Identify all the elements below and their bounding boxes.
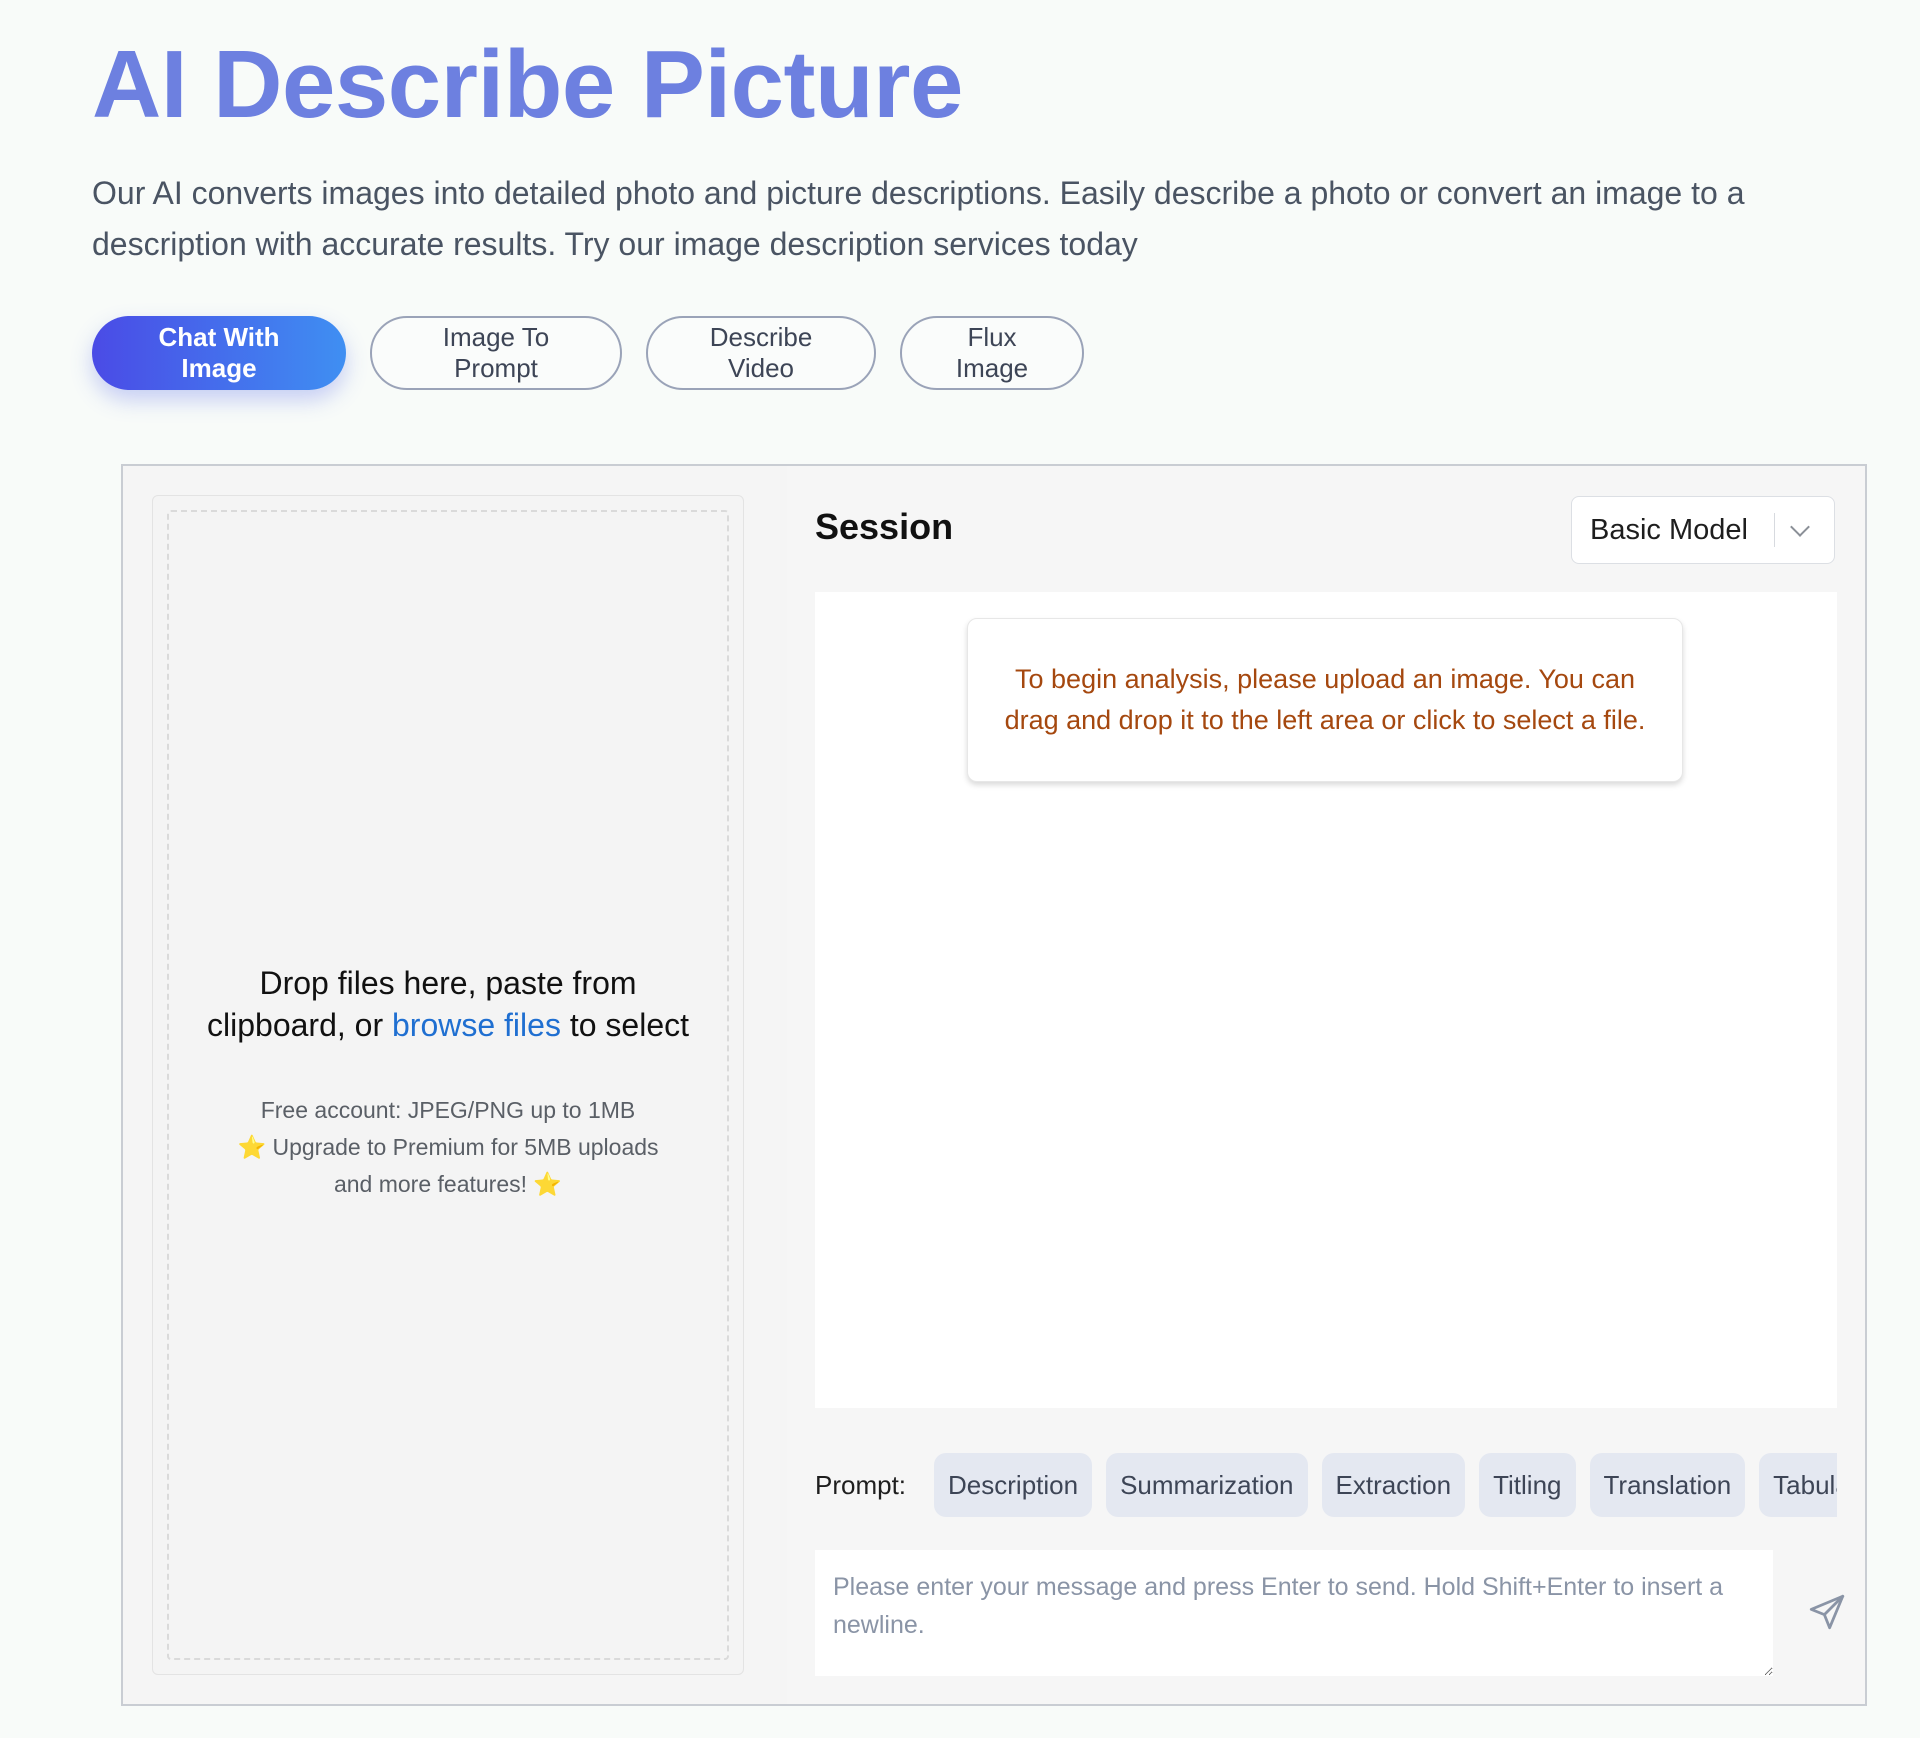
session-pane: Session Basic Model To begin analysis, p… <box>787 466 1865 1704</box>
drop-instructions-line2: clipboard, or browse files to select <box>169 1004 727 1046</box>
drop-instructions-suffix: to select <box>569 1007 689 1043</box>
chevron-down-icon[interactable] <box>1790 517 1810 537</box>
drop-zone-border: Drop files here, paste from clipboard, o… <box>167 510 729 1660</box>
premium-note-text2: and more features! <box>333 1171 528 1197</box>
star-icon: ⭐ <box>237 1134 267 1160</box>
page-subtitle: Our AI converts images into detailed pho… <box>92 175 1745 262</box>
select-divider <box>1774 513 1775 547</box>
upload-pane: Drop files here, paste from clipboard, o… <box>123 466 771 1704</box>
upload-hint-message: To begin analysis, please upload an imag… <box>967 618 1683 782</box>
prompt-chips: Description Summarization Extraction Tit… <box>934 1453 1837 1517</box>
file-drop-zone[interactable]: Drop files here, paste from clipboard, o… <box>152 495 744 1675</box>
page-title: AI Describe Picture <box>92 31 963 138</box>
workspace-panel: Drop files here, paste from clipboard, o… <box>121 464 1867 1706</box>
premium-note-line1: ⭐ Upgrade to Premium for 5MB uploads <box>169 1129 727 1166</box>
tab-flux-image[interactable]: Flux Image <box>900 316 1084 390</box>
drop-instructions-prefix: clipboard, or <box>207 1007 384 1043</box>
prompt-chip-extraction[interactable]: Extraction <box>1321 1453 1466 1517</box>
send-button[interactable] <box>1803 1588 1851 1636</box>
hero-section: AI Describe Picture Our AI converts imag… <box>92 30 1852 270</box>
prompt-chip-translation[interactable]: Translation <box>1589 1453 1746 1517</box>
drop-instructions: Drop files here, paste from clipboard, o… <box>169 962 727 1046</box>
premium-note-line2: and more features! ⭐ <box>169 1166 727 1203</box>
send-icon <box>1809 1594 1845 1630</box>
message-input[interactable] <box>815 1550 1773 1676</box>
prompt-chip-titling[interactable]: Titling <box>1479 1453 1576 1517</box>
tab-image-to-prompt[interactable]: Image To Prompt <box>370 316 622 390</box>
tab-chat-with-image[interactable]: Chat With Image <box>92 316 346 390</box>
mode-tabs: Chat With Image Image To Prompt Describe… <box>92 316 1084 390</box>
star-icon: ⭐ <box>533 1171 563 1197</box>
model-select-value: Basic Model <box>1590 513 1748 546</box>
prompt-chip-description[interactable]: Description <box>934 1453 1093 1517</box>
prompt-label: Prompt: <box>815 1469 907 1500</box>
premium-note-text: Upgrade to Premium for 5MB uploads <box>272 1134 659 1160</box>
session-title: Session <box>815 506 954 547</box>
model-select[interactable]: Basic Model <box>1571 496 1835 564</box>
prompt-chip-summarization[interactable]: Summarization <box>1106 1453 1308 1517</box>
upload-limits-note: Free account: JPEG/PNG up to 1MB ⭐ Upgra… <box>169 1092 727 1203</box>
chat-messages-area: To begin analysis, please upload an imag… <box>815 592 1837 1408</box>
tab-describe-video[interactable]: Describe Video <box>646 316 876 390</box>
prompt-chip-tabulation[interactable]: Tabulation <box>1759 1453 1837 1517</box>
prompt-presets: Prompt: Description Summarization Extrac… <box>815 1452 1837 1518</box>
free-account-note: Free account: JPEG/PNG up to 1MB <box>260 1097 636 1123</box>
drop-instructions-line1: Drop files here, paste from <box>259 965 637 1001</box>
browse-files-link[interactable]: browse files <box>392 1007 561 1043</box>
